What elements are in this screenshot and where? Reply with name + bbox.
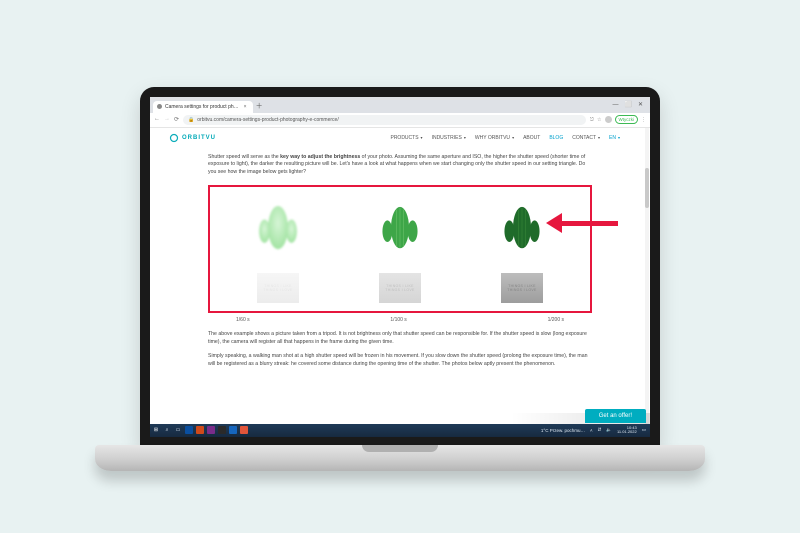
avatar[interactable] [605, 116, 612, 123]
chevron-up-icon[interactable]: ˄ [590, 428, 593, 433]
caption-1-200: 1/200 s [548, 317, 564, 325]
close-icon[interactable]: ✕ [638, 101, 643, 108]
cactus-1-100: THINGS I LIKE THINGS I LOVE [348, 197, 452, 303]
nav-buttons: ← → ⟳ [154, 116, 179, 123]
address-bar-row: ← → ⟳ 🔒 orbitvu.com/camera-settings-prod… [150, 113, 650, 128]
taskbar-app-1[interactable] [185, 426, 193, 434]
maximize-icon[interactable]: ⬜ [624, 101, 631, 108]
nav-why-orbitvu[interactable]: WHY ORBITVU▾ [475, 135, 514, 141]
taskbar-app-5[interactable] [229, 426, 237, 434]
tab-title: Camera settings for product ph… [165, 104, 239, 110]
laptop-frame: Camera settings for product ph… × ＋ — ⬜ … [140, 87, 660, 447]
nav-language[interactable]: EN▾ [609, 135, 620, 141]
figure-captions: 1/60 s 1/100 s 1/200 s [208, 317, 592, 325]
favicon-icon [157, 104, 162, 109]
taskbar-app-3[interactable] [207, 426, 215, 434]
laptop-base [95, 445, 705, 471]
search-icon[interactable]: ⌕ [163, 426, 171, 434]
menu-icon[interactable]: ⋮ [641, 117, 646, 123]
minimize-icon[interactable]: — [612, 102, 618, 108]
task-view-icon[interactable]: ▭ [174, 426, 182, 434]
pot-2: THINGS I LIKE THINGS I LOVE [379, 273, 421, 303]
taskbar-app-6[interactable] [240, 426, 248, 434]
taskbar-app-2[interactable] [196, 426, 204, 434]
cactus-icon [370, 197, 430, 269]
caption-1-60: 1/60 s [236, 317, 250, 325]
screen: Camera settings for product ph… × ＋ — ⬜ … [150, 97, 650, 437]
browser-window: Camera settings for product ph… × ＋ — ⬜ … [150, 97, 650, 437]
new-tab-button[interactable]: ＋ [255, 102, 264, 111]
browser-tab[interactable]: Camera settings for product ph… × [153, 101, 253, 113]
toolbar-right: ⎋ ☆ Wtyczki ⋮ [590, 115, 646, 124]
paragraph-tripod: The above example shows a picture taken … [208, 331, 592, 347]
address-bar[interactable]: 🔒 orbitvu.com/camera-settings-product-ph… [183, 115, 586, 125]
url-text: orbitvu.com/camera-settings-product-phot… [197, 117, 338, 123]
system-tray: 1°C Przew. pochmu… ˄ ⇵ 🔈 10:43 11.01.202… [541, 426, 646, 435]
pot-1: THINGS I LIKE THINGS I LOVE [257, 273, 299, 303]
page-viewport: ORBITVU PRODUCTS▾ INDUSTRIES▾ WHY ORBITV… [150, 128, 650, 424]
close-tab-icon[interactable]: × [244, 104, 247, 110]
reload-icon[interactable]: ⟳ [174, 116, 179, 123]
get-offer-button[interactable]: Get an offer! [585, 409, 646, 423]
logo-ring-icon [170, 134, 178, 142]
paragraph-intro: Shutter speed will serve as the key way … [208, 154, 592, 177]
brand-logo[interactable]: ORBITVU [170, 134, 216, 142]
chevron-down-icon: ▾ [598, 135, 600, 140]
wifi-icon[interactable]: ⇵ [598, 427, 602, 433]
cactus-icon [492, 197, 552, 269]
caption-1-100: 1/100 s [390, 317, 406, 325]
article-body: Shutter speed will serve as the key way … [150, 148, 650, 369]
nav-blog[interactable]: BLOG [549, 135, 563, 141]
nav-about[interactable]: ABOUT [523, 135, 540, 141]
main-nav: PRODUCTS▾ INDUSTRIES▾ WHY ORBITVU▾ ABOUT… [390, 135, 620, 141]
lock-icon: 🔒 [188, 117, 194, 123]
extensions-badge[interactable]: Wtyczki [615, 115, 639, 124]
taskbar-app-4[interactable] [218, 426, 226, 434]
cactus-icon [248, 197, 308, 269]
windows-taskbar: ⊞ ⌕ ▭ 1°C Przew. pochmu… ˄ ⇵ 🔈 [150, 424, 650, 437]
pot-3: THINGS I LIKE THINGS I LOVE [501, 273, 543, 303]
site-header: ORBITVU PRODUCTS▾ INDUSTRIES▾ WHY ORBITV… [150, 128, 650, 148]
chevron-down-icon: ▾ [464, 135, 466, 140]
bold-key-phrase: key way to adjust the brightness [280, 154, 360, 160]
tab-strip: Camera settings for product ph… × ＋ — ⬜ … [150, 97, 650, 113]
cactus-1-60: THINGS I LIKE THINGS I LOVE [226, 197, 330, 303]
chevron-down-icon: ▾ [512, 135, 514, 140]
bezel: Camera settings for product ph… × ＋ — ⬜ … [140, 87, 660, 447]
nav-products[interactable]: PRODUCTS▾ [390, 135, 422, 141]
chevron-down-icon: ▾ [618, 135, 620, 140]
window-controls: — ⬜ ✕ [612, 101, 647, 108]
back-icon[interactable]: ← [154, 116, 160, 123]
cactus-1-200: THINGS I LIKE THINGS I LOVE [470, 197, 574, 303]
nav-contact[interactable]: CONTACT▾ [572, 135, 600, 141]
extension-icon[interactable]: ⎋ [590, 117, 594, 123]
shutter-comparison-figure: THINGS I LIKE THINGS I LOVE [208, 185, 592, 313]
weather-widget[interactable]: 1°C Przew. pochmu… [541, 428, 585, 433]
volume-icon[interactable]: 🔈 [606, 427, 612, 433]
clock[interactable]: 10:43 11.01.2022 [617, 426, 637, 435]
hinge-notch [362, 445, 438, 452]
paragraph-walking-man: Simply speaking, a walking man shot at a… [208, 353, 592, 369]
forward-icon[interactable]: → [164, 116, 170, 123]
notifications-icon[interactable]: ▭ [642, 427, 646, 433]
start-icon[interactable]: ⊞ [152, 426, 160, 434]
chevron-down-icon: ▾ [421, 135, 423, 140]
brand-text: ORBITVU [182, 135, 216, 141]
nav-industries[interactable]: INDUSTRIES▾ [432, 135, 466, 141]
star-icon[interactable]: ☆ [597, 117, 601, 123]
